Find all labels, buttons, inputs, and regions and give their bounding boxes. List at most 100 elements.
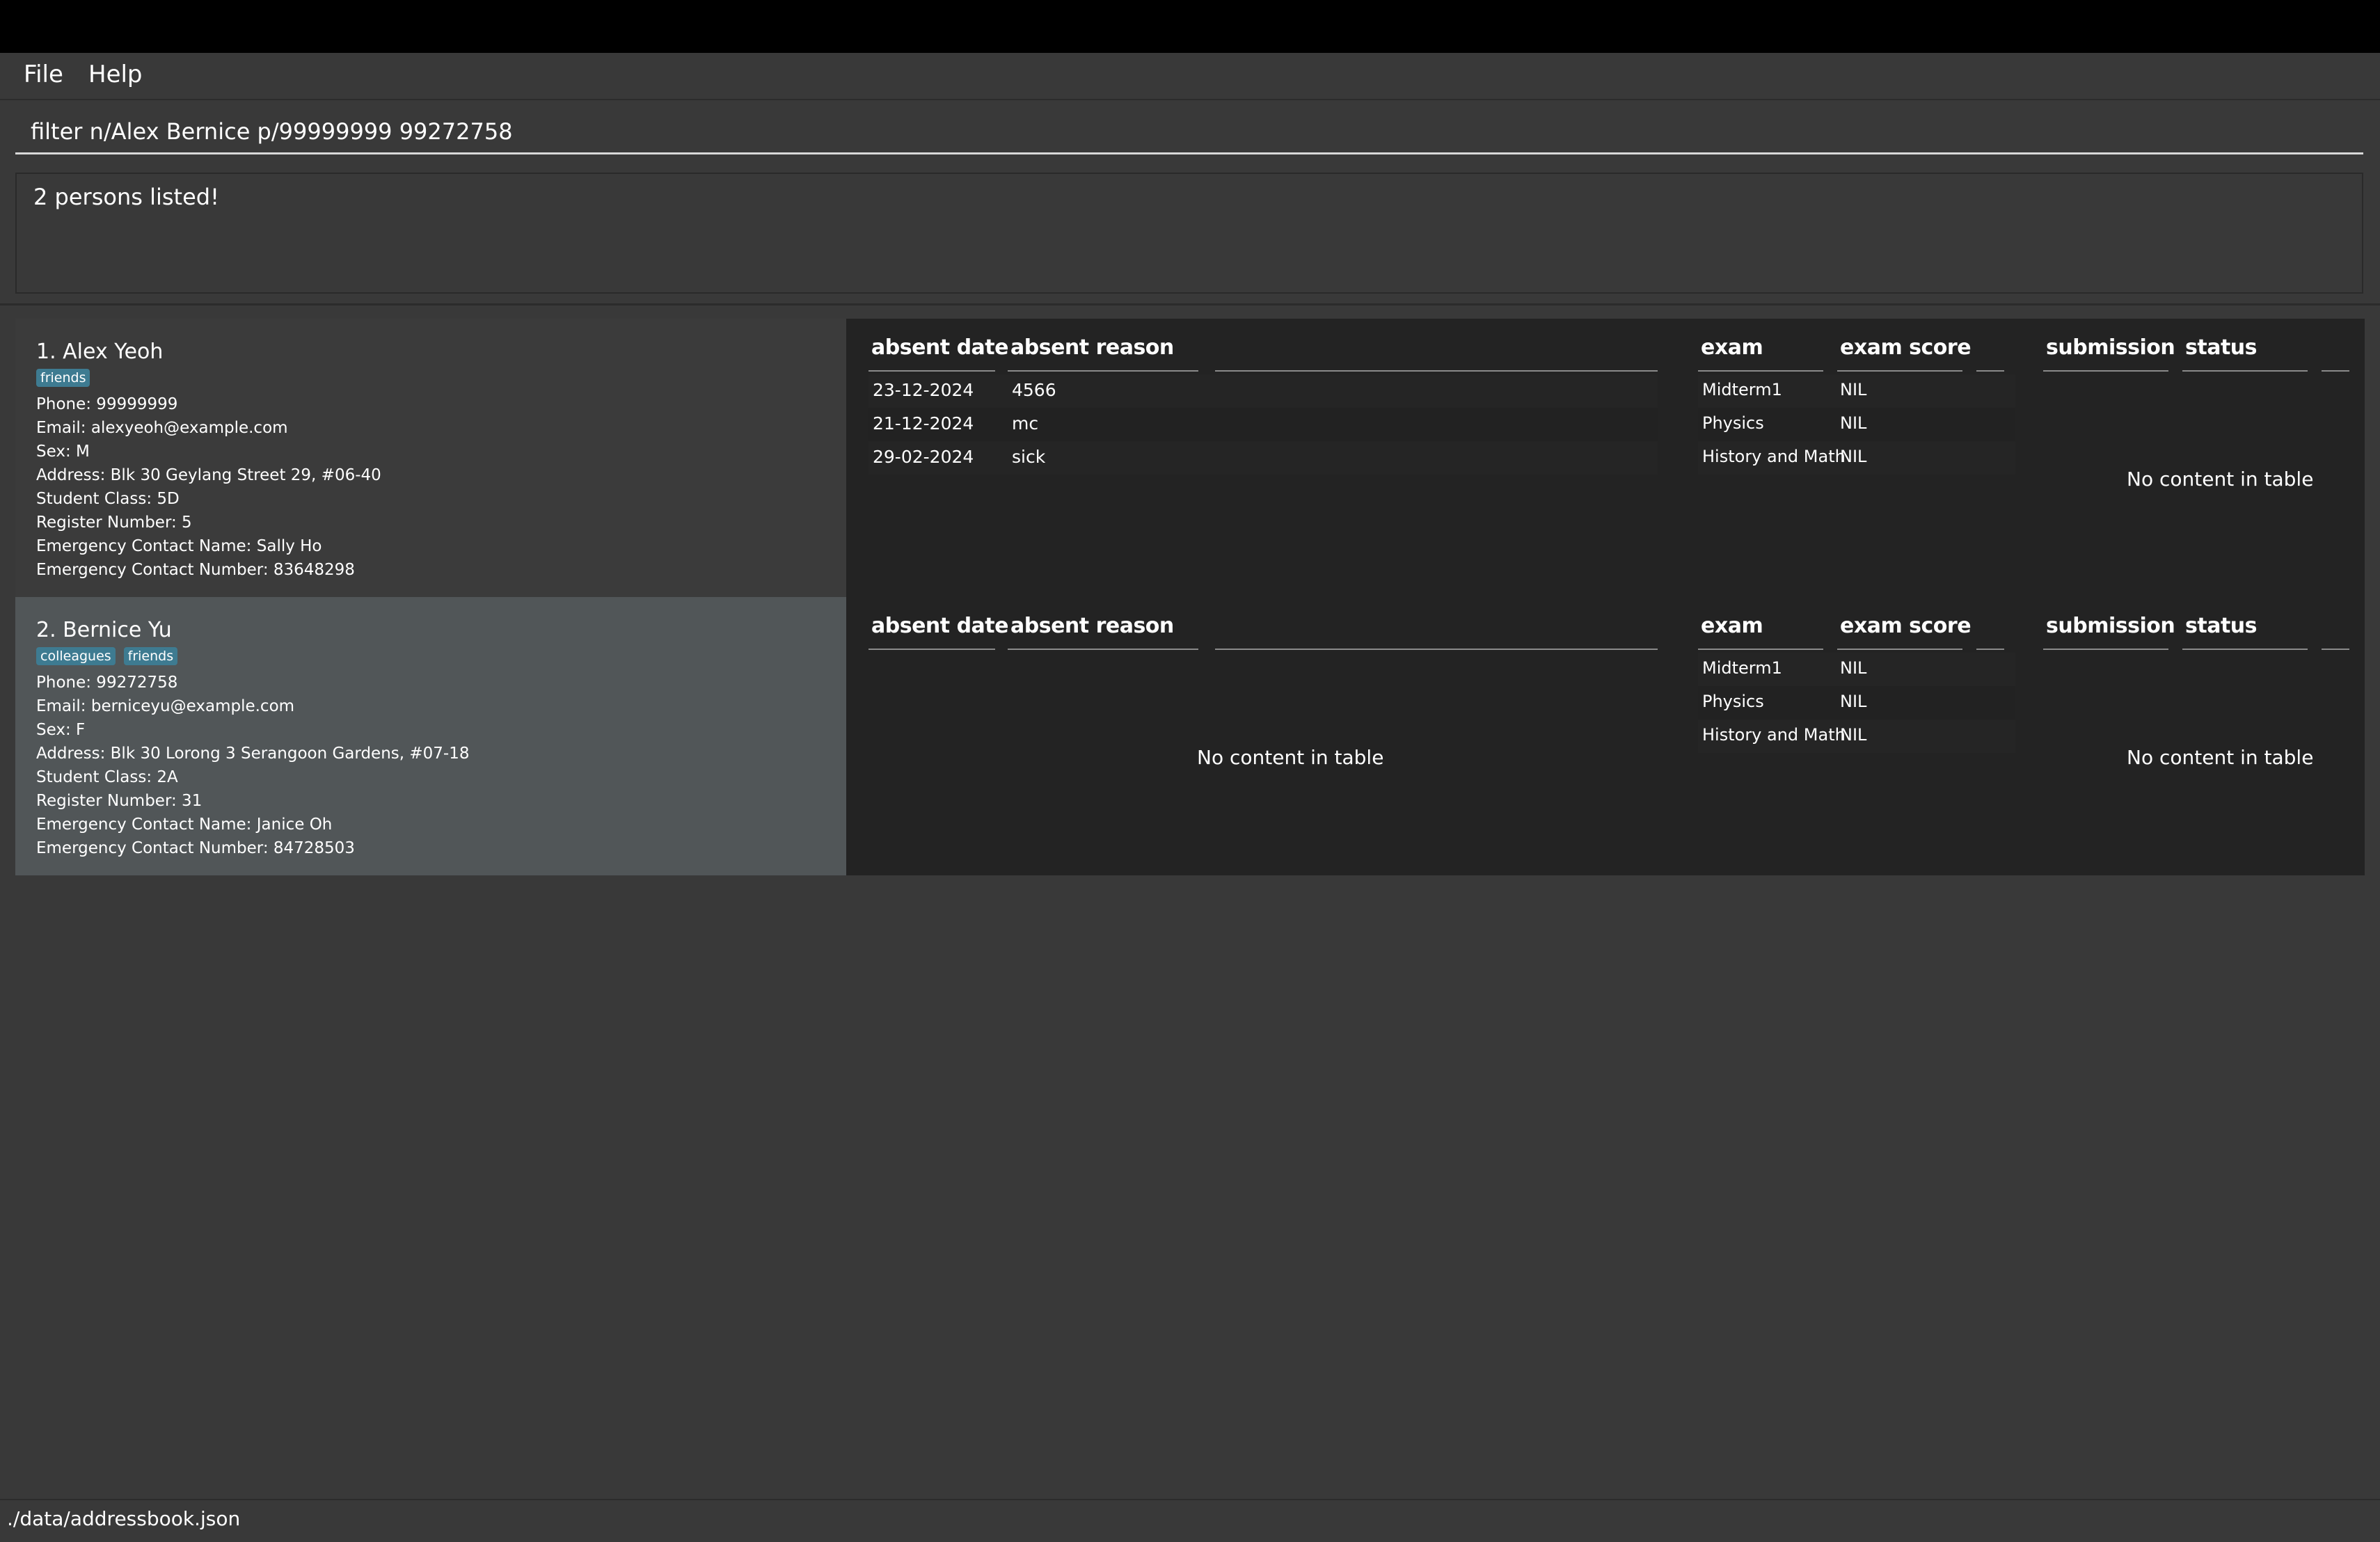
empty-table-message: No content in table [2127,746,2314,769]
menu-help[interactable]: Help [88,58,143,92]
exam-cell: Midterm1 [1702,380,1782,399]
table-row[interactable]: Midterm1 NIL [1698,653,2015,686]
window-title-bar [0,0,2380,53]
person-emergency-contact-number: Emergency Contact Number: 84728503 [36,839,355,857]
person-row[interactable]: 1. Alex Yeoh friends Phone: 99999999 Ema… [15,319,2365,597]
table-row[interactable]: Physics NIL [1698,408,2015,441]
exam-cell: Midterm1 [1702,658,1782,678]
header-absent-date[interactable]: absent date [871,335,1008,360]
tag: friends [123,647,178,665]
empty-table-message: No content in table [1197,746,1384,769]
header-exam-score[interactable]: exam score [1840,335,1972,360]
absent-date-cell: 29-02-2024 [873,447,974,467]
header-absent-reason[interactable]: absent reason [1010,614,1174,638]
person-name: 1. Alex Yeoh [36,340,164,364]
header-exam[interactable]: exam [1701,335,1763,360]
table-row[interactable]: Physics NIL [1698,686,2015,720]
header-submission[interactable]: submission [2046,614,2175,638]
exam-score-cell: NIL [1840,413,1867,433]
header-submission[interactable]: submission [2046,335,2175,360]
header-underline [1215,370,1658,372]
command-input[interactable] [15,110,2363,154]
exam-score-cell: NIL [1840,692,1867,711]
exam-cell: History and Math [1702,725,1846,745]
command-box [0,100,2380,163]
table-row[interactable]: 21-12-2024 mc [868,408,1658,441]
person-tags: friends [36,369,846,391]
exam-score-cell: NIL [1840,725,1867,745]
header-underline [2182,649,2308,650]
person-card[interactable]: 2. Bernice Yu colleagues friends Phone: 9… [15,597,846,875]
header-absent-reason[interactable]: absent reason [1010,335,1174,360]
person-emergency-contact-name: Emergency Contact Name: Sally Ho [36,537,322,555]
person-sex: Sex: M [36,443,90,461]
tag: colleagues [36,647,116,665]
absent-reason-cell: 4566 [1012,380,1056,400]
table-row[interactable]: History and Math NIL [1698,441,2015,475]
header-underline [2043,370,2168,372]
person-row[interactable]: 2. Bernice Yu colleagues friends Phone: 9… [15,597,2365,875]
person-tables: absent date absent reason 23-12-2024 456… [846,319,2365,597]
header-exam[interactable]: exam [1701,614,1763,638]
person-email: Email: alexyeoh@example.com [36,419,288,437]
person-register-number: Register Number: 31 [36,792,203,810]
header-underline [868,370,995,372]
exam-cell: History and Math [1702,447,1846,466]
header-underline [1008,649,1198,650]
header-underline [1976,649,2004,650]
person-list[interactable]: 1. Alex Yeoh friends Phone: 99999999 Ema… [15,319,2365,875]
header-exam-score[interactable]: exam score [1840,614,1972,638]
absent-date-cell: 21-12-2024 [873,413,974,434]
tag: friends [36,369,90,387]
exam-score-cell: NIL [1840,658,1867,678]
person-email: Email: berniceyu@example.com [36,697,295,715]
absent-date-cell: 23-12-2024 [873,380,974,400]
status-bar: ./data/addressbook.json [0,1499,2380,1542]
person-phone: Phone: 99999999 [36,395,178,413]
person-tags: colleagues friends [36,647,846,669]
header-underline [1698,370,1823,372]
header-underline [2043,649,2168,650]
person-emergency-contact-name: Emergency Contact Name: Janice Oh [36,816,333,834]
absent-reason-cell: mc [1012,413,1039,434]
empty-table-message: No content in table [2127,468,2314,491]
header-underline [1976,370,2004,372]
person-register-number: Register Number: 5 [36,514,192,532]
header-underline [1008,370,1198,372]
header-underline [1215,649,1658,650]
person-card[interactable]: 1. Alex Yeoh friends Phone: 99999999 Ema… [15,319,846,597]
absent-reason-cell: sick [1012,447,1046,467]
exam-score-cell: NIL [1840,380,1867,399]
header-underline [868,649,995,650]
header-status[interactable]: status [2185,335,2258,360]
header-underline [2182,370,2308,372]
person-emergency-contact-number: Emergency Contact Number: 83648298 [36,561,355,579]
exam-cell: Physics [1702,692,1764,711]
table-row[interactable]: 23-12-2024 4566 [868,374,1658,408]
header-underline [2322,649,2349,650]
person-name: 2. Bernice Yu [36,618,172,642]
person-sex: Sex: F [36,721,86,739]
header-underline [1698,649,1823,650]
divider [0,303,2380,305]
header-absent-date[interactable]: absent date [871,614,1008,638]
person-phone: Phone: 99272758 [36,674,178,692]
table-row[interactable]: History and Math NIL [1698,720,2015,753]
result-display: 2 persons listed! [15,173,2363,294]
person-address: Address: Blk 30 Lorong 3 Serangoon Garde… [36,745,470,763]
person-student-class: Student Class: 2A [36,768,178,786]
header-underline [1837,370,1962,372]
result-message: 2 persons listed! [33,184,219,210]
header-status[interactable]: status [2185,614,2258,638]
person-address: Address: Blk 30 Geylang Street 29, #06-4… [36,466,381,484]
exam-score-cell: NIL [1840,447,1867,466]
person-tables: absent date absent reason No content in … [846,597,2365,875]
person-student-class: Student Class: 5D [36,490,180,508]
table-row[interactable]: Midterm1 NIL [1698,374,2015,408]
table-row[interactable]: 29-02-2024 sick [868,441,1658,475]
exam-cell: Physics [1702,413,1764,433]
header-underline [1837,649,1962,650]
save-location: ./data/addressbook.json [7,1507,241,1530]
header-underline [2322,370,2349,372]
menu-file[interactable]: File [24,58,63,92]
